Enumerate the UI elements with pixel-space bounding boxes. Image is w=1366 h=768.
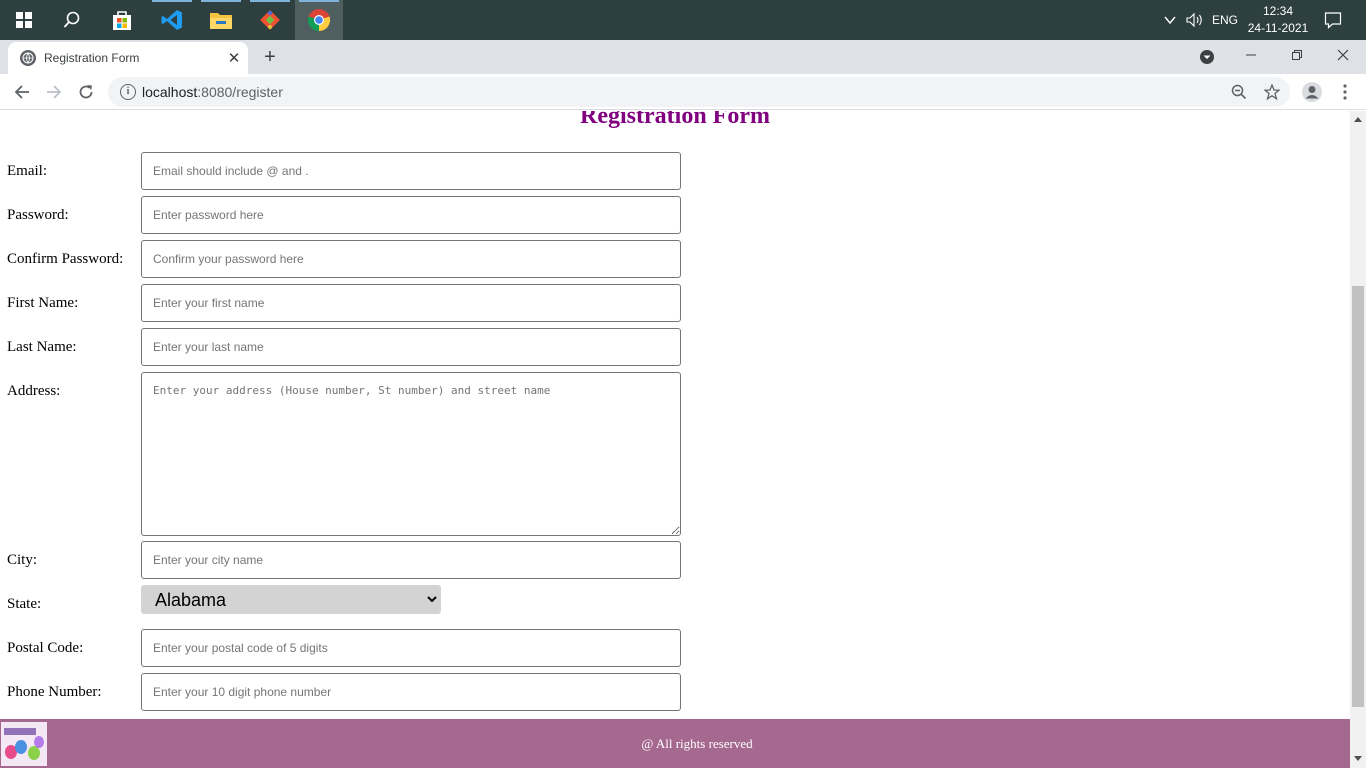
confirm-password-input[interactable]: [141, 240, 681, 278]
volume-icon[interactable]: [1186, 0, 1204, 40]
address-textarea[interactable]: [141, 372, 681, 536]
first-name-input[interactable]: [141, 284, 681, 322]
state-label: State:: [7, 596, 42, 612]
scroll-up-arrow-icon[interactable]: [1354, 117, 1362, 122]
search-icon[interactable]: [48, 0, 96, 40]
email-label: Email:: [7, 163, 47, 179]
phone-number-label: Phone Number:: [7, 684, 102, 700]
more-menu-icon[interactable]: [1331, 78, 1359, 106]
zoom-out-icon[interactable]: [1225, 78, 1253, 106]
tab-title: Registration Form: [44, 51, 140, 65]
url-path: :8080/register: [197, 84, 283, 100]
postal-code-label: Postal Code:: [7, 640, 84, 656]
city-label: City:: [7, 552, 38, 568]
windows-taskbar: ENG 12:34 24-11-2021: [0, 0, 1366, 40]
windows-start-icon[interactable]: [0, 0, 48, 40]
footer-copyright: @ All rights reserved: [641, 736, 753, 751]
back-arrow-icon[interactable]: [8, 78, 36, 106]
state-select[interactable]: Alabama: [141, 585, 441, 614]
store-icon[interactable]: [98, 0, 146, 40]
notifications-icon[interactable]: [1324, 0, 1342, 40]
vertical-scrollbar[interactable]: [1350, 111, 1366, 768]
restore-icon[interactable]: [1274, 40, 1320, 70]
browser-toolbar: i localhost:8080/register: [0, 74, 1366, 110]
clock-date: 24-11-2021: [1247, 21, 1309, 35]
show-hidden-icons-chevron-icon[interactable]: [1163, 0, 1177, 40]
scroll-down-arrow-icon[interactable]: [1354, 756, 1362, 761]
address-bar[interactable]: i localhost:8080/register: [108, 77, 1290, 107]
password-label: Password:: [7, 207, 69, 223]
tab-search-icon[interactable]: [1184, 42, 1230, 72]
git-icon[interactable]: [246, 0, 294, 40]
password-input[interactable]: [141, 196, 681, 234]
globe-icon: [20, 50, 36, 66]
address-label: Address:: [7, 383, 61, 399]
close-window-icon[interactable]: [1320, 40, 1366, 70]
url-host: localhost: [142, 84, 198, 100]
postal-code-input[interactable]: [141, 629, 681, 667]
bookmark-star-icon[interactable]: [1258, 78, 1286, 106]
phone-number-input[interactable]: [141, 673, 681, 711]
site-info-icon[interactable]: i: [120, 84, 136, 100]
file-explorer-icon[interactable]: [197, 0, 245, 40]
new-tab-button[interactable]: +: [258, 45, 282, 69]
chrome-icon[interactable]: [295, 0, 343, 40]
language-indicator[interactable]: ENG: [1212, 0, 1238, 40]
last-name-input[interactable]: [141, 328, 681, 366]
page-title: Registration Form: [580, 111, 770, 129]
confirm-password-label: Confirm Password:: [7, 251, 124, 267]
browser-tab[interactable]: Registration Form ✕: [8, 42, 248, 74]
email-input[interactable]: [141, 152, 681, 190]
city-input[interactable]: [141, 541, 681, 579]
scrollbar-thumb[interactable]: [1352, 286, 1364, 707]
profile-avatar-icon[interactable]: [1298, 78, 1326, 106]
forward-arrow-icon[interactable]: [40, 78, 68, 106]
reload-icon[interactable]: [72, 78, 100, 106]
last-name-label: Last Name:: [7, 339, 77, 355]
system-clock[interactable]: 12:34 24-11-2021: [1243, 3, 1313, 37]
browser-tab-strip: Registration Form ✕ +: [0, 40, 1366, 74]
balloons-logo-icon: [1, 722, 47, 766]
page-viewport: Registration Form Email: Password: Confi…: [0, 111, 1350, 768]
minimize-icon[interactable]: [1228, 40, 1274, 70]
clock-time: 12:34: [1262, 4, 1294, 18]
close-tab-icon[interactable]: ✕: [220, 49, 248, 67]
first-name-label: First Name:: [7, 295, 79, 311]
page-footer: @ All rights reserved: [0, 719, 1350, 768]
vscode-icon[interactable]: [148, 0, 196, 40]
